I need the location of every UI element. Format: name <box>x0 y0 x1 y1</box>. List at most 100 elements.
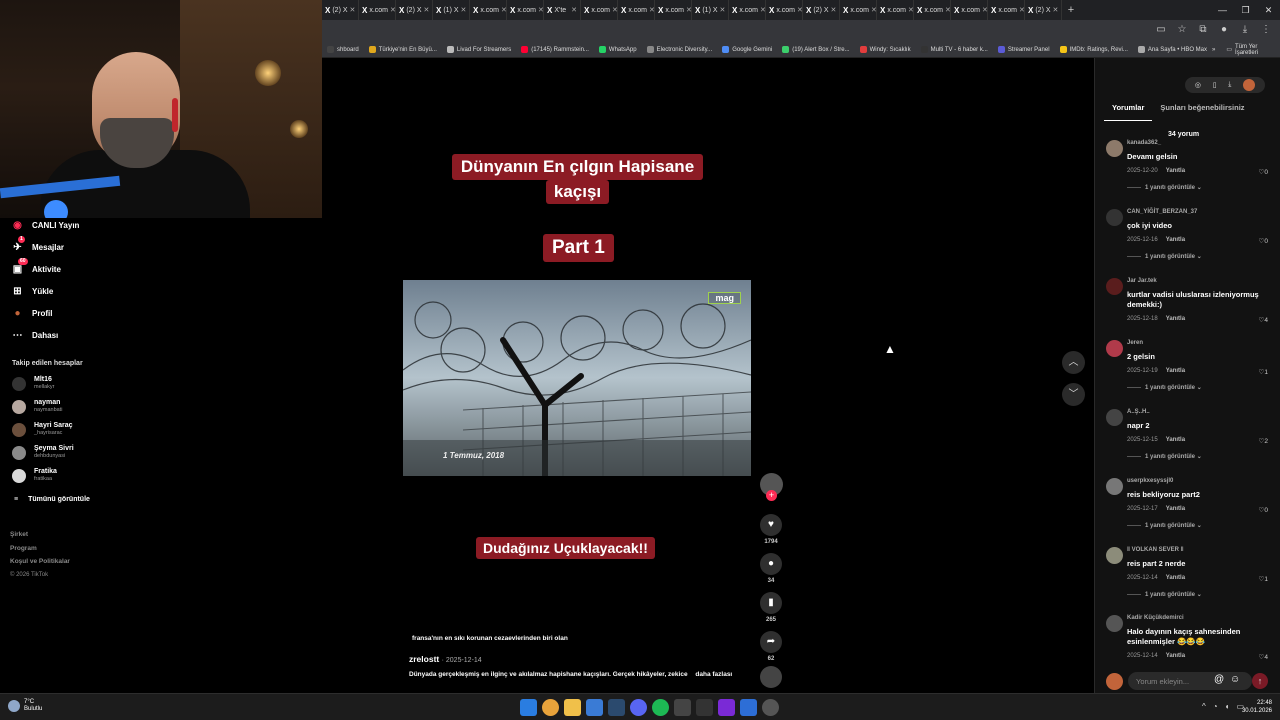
comment-like-button[interactable]: ♡4 <box>1259 653 1268 661</box>
view-replies-button[interactable]: 1 yanıtı görüntüle ⌄ <box>1127 522 1202 529</box>
commenter-name[interactable]: CAN_YİĞİT_BERZAN_37 <box>1127 209 1197 215</box>
reply-button[interactable]: Yanıtla <box>1166 316 1185 322</box>
bookmark-item[interactable]: (19) Alert Box / Stre... <box>777 46 854 53</box>
commenter-avatar[interactable] <box>1106 478 1123 495</box>
comment-button[interactable]: ● 34 <box>758 553 784 584</box>
windows-start-icon[interactable] <box>520 699 537 716</box>
minimize-button[interactable]: — <box>1211 0 1234 20</box>
commenter-avatar[interactable] <box>1106 278 1123 295</box>
chrome-icon[interactable] <box>542 699 559 716</box>
video-author[interactable]: zrelostt · 2025-12-14 <box>409 654 482 664</box>
tab-comments[interactable]: Yorumlar <box>1104 101 1153 121</box>
sidebar-item-more[interactable]: ⋯ Dahası <box>10 328 59 343</box>
close-icon[interactable]: ✕ <box>1053 6 1059 14</box>
commenter-name[interactable]: Kadir Küçükdemirci <box>1127 615 1184 621</box>
weather-widget[interactable]: 7°C Bulutlu <box>8 699 42 713</box>
show-more-link[interactable]: daha fazlası <box>695 671 732 678</box>
browser-tab[interactable]: Xx.com ✕ <box>729 0 766 20</box>
wifi-icon[interactable]: ◔ <box>1213 702 1218 711</box>
browser-tab[interactable]: Xx.com ✕ <box>618 0 655 20</box>
browser-tab[interactable]: X (2) X ✕ <box>396 0 433 20</box>
spotify-icon[interactable] <box>652 699 669 716</box>
browser-tab[interactable]: Xx.com ✕ <box>470 0 507 20</box>
bookmark-item[interactable]: Türkiye'nin En Büyü... <box>364 46 442 53</box>
comment-like-button[interactable]: ♡2 <box>1259 437 1268 445</box>
cast-icon[interactable]: ▭ <box>1155 24 1167 35</box>
bookmark-item[interactable]: IMDb: Ratings, Revi... <box>1055 46 1133 53</box>
comment-like-button[interactable]: ♡1 <box>1259 368 1268 376</box>
following-account[interactable]: Şeyma Sivri dehbdunyasi <box>12 445 74 460</box>
commenter-avatar[interactable] <box>1106 409 1123 426</box>
sidebar-item-messages[interactable]: ✈ 1 Mesajlar <box>10 236 64 255</box>
close-window-button[interactable]: ✕ <box>1257 0 1280 20</box>
bookmark-item[interactable]: Ana Sayfa • HBO Max <box>1133 46 1212 53</box>
bookmark-item[interactable]: Livad For Streamers <box>442 46 516 53</box>
reply-button[interactable]: Yanıtla <box>1166 437 1185 443</box>
following-account[interactable]: Hayri Saraç _hayrisarac <box>12 422 73 437</box>
browser-tab[interactable]: Xx.com ✕ <box>877 0 914 20</box>
sidebar-item-live[interactable]: ◉ CANLI Yayın <box>10 218 79 233</box>
extensions-icon[interactable]: ⧉ <box>1197 24 1209 35</box>
video-frame[interactable]: mag 1 Temmuz, 2018 <box>403 280 751 476</box>
close-icon[interactable]: ✕ <box>686 6 691 14</box>
commenter-avatar[interactable] <box>1106 547 1123 564</box>
follow-plus-icon[interactable]: + <box>766 490 777 501</box>
commenter-name[interactable]: Jar Jar.tek <box>1127 278 1157 284</box>
browser-tab[interactable]: X (1) X ✕ <box>433 0 470 20</box>
browser-tab[interactable]: Xx.com ✕ <box>581 0 618 20</box>
browser-tab[interactable]: Xx.com ✕ <box>840 0 877 20</box>
commenter-name[interactable]: A..Ş..H.. <box>1127 409 1150 415</box>
device-icon[interactable]: ▯ <box>1213 81 1217 89</box>
reply-button[interactable]: Yanıtla <box>1166 506 1185 512</box>
system-clock[interactable]: 22:48 30.01.2026 <box>1242 699 1272 715</box>
app-icon[interactable] <box>586 699 603 716</box>
bookmark-item[interactable]: Electronic Diversity... <box>642 46 718 53</box>
app-icon[interactable] <box>740 699 757 716</box>
following-account[interactable]: Mlt16 mellakyr <box>12 376 54 391</box>
following-account[interactable]: Fratika fratikaa <box>12 468 57 483</box>
footer-link-program[interactable]: Program <box>10 542 70 556</box>
browser-tab[interactable]: Xx.com ✕ <box>988 0 1025 20</box>
commenter-name[interactable]: kanada362_ <box>1127 140 1161 146</box>
sidebar-item-profile[interactable]: ● Profil <box>10 306 52 321</box>
music-disc-icon[interactable] <box>760 666 782 688</box>
comment-like-button[interactable]: ♡1 <box>1259 575 1268 583</box>
save-button[interactable]: ▮ 265 <box>758 592 784 623</box>
close-icon[interactable]: ✕ <box>760 6 765 14</box>
obs-icon[interactable] <box>718 699 735 716</box>
close-icon[interactable]: ✕ <box>1019 6 1024 14</box>
chevron-up-icon[interactable]: ^ <box>1202 702 1206 711</box>
download-app-icon[interactable]: ⤓ <box>1228 81 1231 89</box>
maximize-button[interactable]: ❐ <box>1234 0 1257 20</box>
bookmark-item[interactable]: Multi TV - 6 haber k... <box>916 46 993 53</box>
sidebar-item-activity[interactable]: ▣ 60 Aktivite <box>10 258 61 277</box>
close-icon[interactable]: ✕ <box>461 6 467 14</box>
close-icon[interactable]: ✕ <box>720 6 726 14</box>
bookmark-item[interactable]: Windy: Sıcaklık <box>855 46 916 53</box>
view-replies-button[interactable]: 1 yanıtı görüntüle ⌄ <box>1127 253 1202 260</box>
close-icon[interactable]: ✕ <box>390 6 395 14</box>
close-icon[interactable]: ✕ <box>982 6 987 14</box>
profile-icon[interactable]: ● <box>1218 24 1230 35</box>
bookmark-item[interactable]: (17145) Rammstein... <box>516 46 594 53</box>
close-icon[interactable]: ✕ <box>908 6 913 14</box>
emoji-icon[interactable]: ☺ <box>1230 674 1240 685</box>
app-icon[interactable] <box>696 699 713 716</box>
reply-button[interactable]: Yanıtla <box>1166 575 1185 581</box>
comment-like-button[interactable]: ♡0 <box>1259 237 1268 245</box>
download-icon[interactable]: ⤓ <box>1239 24 1251 35</box>
close-icon[interactable]: ✕ <box>945 6 950 14</box>
browser-tab[interactable]: X (2) X ✕ <box>322 0 359 20</box>
commenter-avatar[interactable] <box>1106 140 1123 157</box>
close-icon[interactable]: ✕ <box>501 6 506 14</box>
view-replies-button[interactable]: 1 yanıtı görüntüle ⌄ <box>1127 384 1202 391</box>
discord-icon[interactable] <box>630 699 647 716</box>
close-icon[interactable]: ✕ <box>424 6 430 14</box>
browser-tab[interactable]: Xx.com ✕ <box>655 0 692 20</box>
close-icon[interactable]: ✕ <box>350 6 356 14</box>
browser-tab[interactable]: X (1) X ✕ <box>692 0 729 20</box>
commenter-name[interactable]: Jeren <box>1127 340 1143 346</box>
all-bookmarks-button[interactable]: » ▭ Tüm Yer İşaretleri <box>1212 44 1280 56</box>
commenter-name[interactable]: ‖ VOLKAN SEVER ‖ <box>1127 547 1184 553</box>
commenter-avatar[interactable] <box>1106 209 1123 226</box>
